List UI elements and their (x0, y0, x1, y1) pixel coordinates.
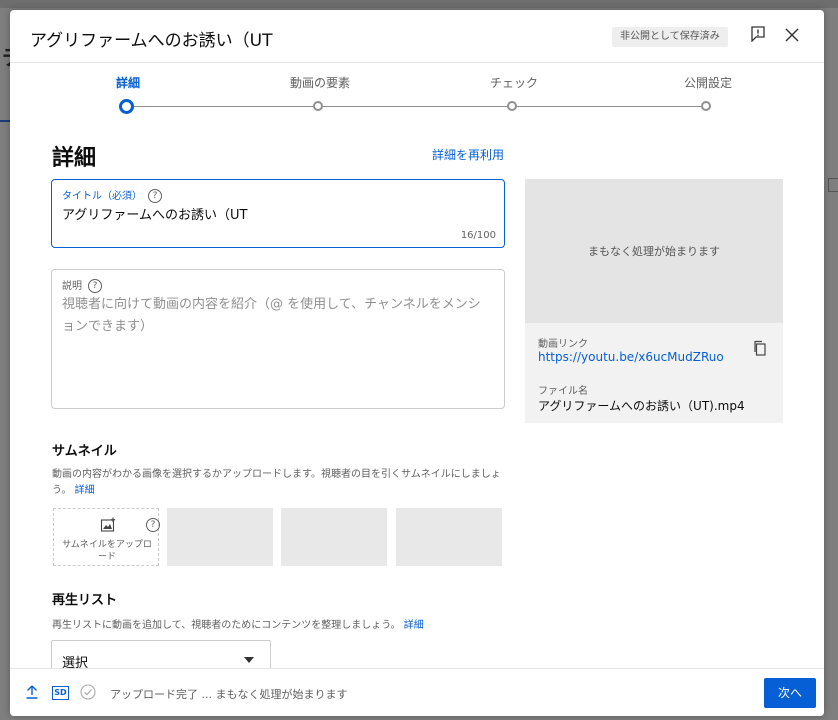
reuse-details-link[interactable]: 詳細を再利用 (432, 146, 504, 163)
playlist-learn-more-link[interactable]: 詳細 (404, 620, 424, 631)
dialog-header: アグリファームへのお誘い（UT 非公開として保存済み (10, 10, 824, 63)
dialog-footer: SD アップロード完了 ... まもなく処理が始まります 次へ (10, 668, 824, 716)
help-icon[interactable]: ? (88, 279, 102, 293)
dialog-title: アグリファームへのお誘い（UT (30, 31, 273, 51)
sd-quality-badge[interactable]: SD (52, 686, 69, 700)
title-label-text: タイトル（必須） (62, 191, 142, 202)
step-checks[interactable]: チェック (454, 74, 574, 111)
description-placeholder[interactable]: 視聴者に向けて動画の内容を紹介（@ を使用して、チャンネルをメンションできます） (62, 294, 492, 338)
step-label: 詳細 (115, 76, 140, 90)
auto-thumbnail-2[interactable] (281, 508, 387, 566)
video-preview-panel: まもなく処理が始まります 動画リンク https://youtu.be/x6uc… (525, 179, 783, 423)
title-field[interactable]: タイトル（必須）? 16/100 (51, 179, 505, 248)
copy-icon[interactable] (752, 340, 768, 356)
step-indicator (507, 101, 517, 111)
upload-stepper: 詳細 動画の要素 チェック 公開設定 (10, 62, 824, 122)
chevron-down-icon (244, 657, 254, 663)
help-icon[interactable]: ? (148, 189, 162, 203)
processing-message: まもなく処理が始まります (588, 245, 720, 258)
close-icon[interactable] (784, 27, 800, 43)
check-circle-icon (80, 684, 96, 700)
step-label: 公開設定 (683, 76, 732, 90)
title-input[interactable] (62, 206, 492, 221)
stepper-line (128, 106, 708, 107)
step-indicator (119, 99, 134, 114)
thumbnail-upload-button[interactable]: ? サムネイルをアップロード (53, 508, 160, 566)
feedback-icon[interactable] (750, 26, 766, 42)
saved-status-badge: 非公開として保存済み (612, 27, 728, 47)
section-title: 詳細 (52, 146, 97, 171)
description-label-text: 説明 (62, 281, 82, 292)
step-label: チェック (489, 76, 538, 90)
step-details[interactable]: 詳細 (68, 74, 188, 114)
playlist-description: 再生リストに動画を追加して、視聴者のためにコンテンツを整理しましょう。 詳細 (52, 616, 424, 631)
image-upload-icon (100, 517, 116, 532)
thumbnail-description: 動画の内容がわかる画像を選択するかアップロードします。視聴者の目を引くサムネイル… (52, 467, 510, 499)
step-indicator (701, 101, 711, 111)
upload-arrow-icon[interactable] (26, 685, 38, 699)
title-char-count: 16/100 (460, 230, 496, 241)
background-tab-indicator (0, 120, 10, 122)
playlist-description-text: 再生リストに動画を追加して、視聴者のためにコンテンツを整理しましょう。 (52, 620, 401, 631)
background-top-bar (0, 0, 838, 8)
auto-thumbnail-3[interactable] (396, 508, 502, 566)
background-edge (828, 178, 838, 192)
step-video-elements[interactable]: 動画の要素 (260, 74, 380, 111)
thumbnail-title: サムネイル (52, 444, 117, 459)
file-name: アグリファームへのお誘い（UT).mp4 (538, 399, 745, 413)
auto-thumbnail-1[interactable] (167, 508, 273, 566)
video-link[interactable]: https://youtu.be/x6ucMudZRuo (538, 350, 724, 364)
video-preview: まもなく処理が始まります (525, 179, 783, 323)
thumbnail-description-text: 動画の内容がわかる画像を選択するかアップロードします。視聴者の目を引くサムネイル… (52, 469, 501, 496)
thumbnail-learn-more-link[interactable]: 詳細 (75, 485, 95, 496)
step-indicator (313, 101, 323, 111)
step-visibility[interactable]: 公開設定 (648, 74, 768, 111)
next-button[interactable]: 次へ (764, 678, 816, 708)
description-field-label: 説明? (62, 277, 102, 293)
title-field-label: タイトル（必須）? (62, 187, 162, 203)
thumbnail-upload-label: サムネイルをアップロード (62, 540, 152, 562)
help-icon[interactable]: ? (146, 518, 160, 532)
upload-dialog: アグリファームへのお誘い（UT 非公開として保存済み 詳細 動画の要素 チェック… (10, 10, 824, 716)
playlist-title: 再生リスト (52, 593, 118, 608)
video-link-label: 動画リンク (538, 339, 588, 350)
step-label: 動画の要素 (289, 76, 350, 90)
upload-status-text: アップロード完了 ... まもなく処理が始まります (110, 688, 348, 701)
description-field[interactable]: 説明? 視聴者に向けて動画の内容を紹介（@ を使用して、チャンネルをメンションで… (51, 269, 505, 409)
details-content: 詳細 詳細を再利用 タイトル（必須）? 16/100 説明? 視聴者に向けて動画… (10, 122, 824, 678)
file-name-label: ファイル名 (538, 386, 588, 397)
